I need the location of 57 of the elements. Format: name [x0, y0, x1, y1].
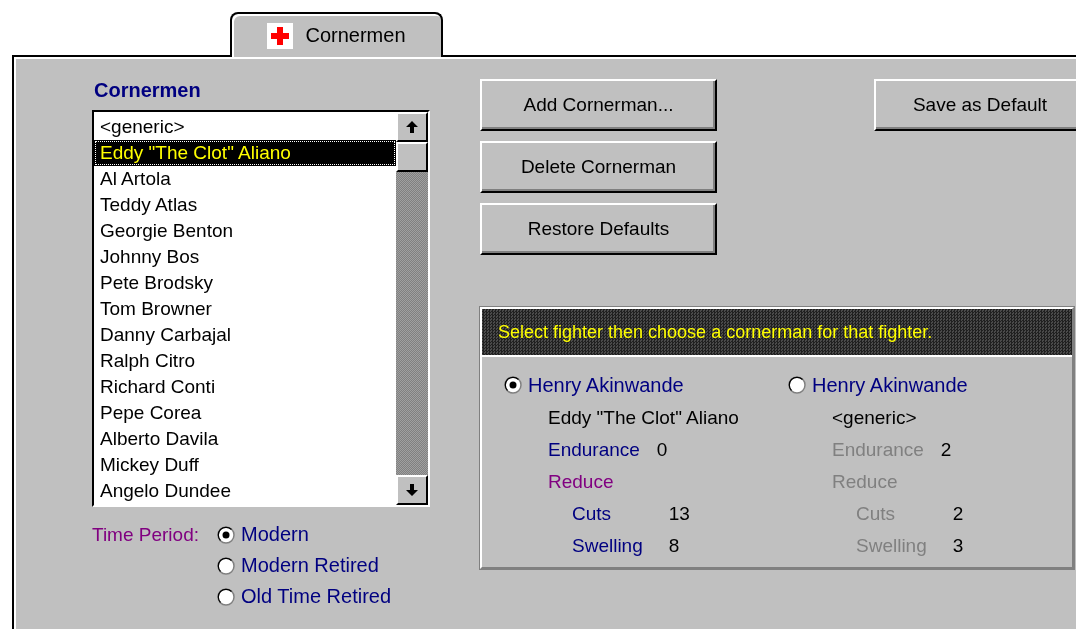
radio-label[interactable]: Modern Retired	[241, 554, 379, 577]
action-button[interactable]: Add Cornerman...	[480, 79, 717, 131]
endurance-label: Endurance	[548, 438, 641, 462]
list-item[interactable]: Ralph Citro	[94, 348, 396, 374]
list-item[interactable]: Alberto Davila	[94, 426, 396, 452]
endurance-value: 0	[656, 438, 669, 462]
down-arrow-icon	[405, 483, 419, 497]
list-heading: Cornermen	[94, 79, 201, 102]
cornermen-list[interactable]: <generic> Eddy "The Clot" Aliano Al Artola Teddy Atlas Georgie Benton Johnny Bos Pete Brodsky Tom Browner Danny Carbajal Ralph Citro Richard Conti Pepe Corea Alberto Davila Mickey Duff Angelo Dundee	[92, 110, 430, 507]
radio-button[interactable]	[217, 525, 235, 544]
swelling-value: 3	[951, 534, 965, 558]
cross-icon	[267, 22, 294, 49]
endurance-label: Endurance	[832, 438, 925, 462]
endurance-value: 2	[940, 438, 953, 462]
radio-label[interactable]: Modern	[241, 523, 309, 546]
action-button[interactable]: Delete Cornerman	[480, 141, 717, 193]
scroll-down-button[interactable]	[396, 475, 428, 505]
list-item[interactable]: Al Artola	[94, 166, 396, 192]
list-item[interactable]: <generic>	[94, 114, 396, 140]
list-item[interactable]: Richard Conti	[94, 374, 396, 400]
list-item[interactable]: Pepe Corea	[94, 400, 396, 426]
cuts-value: 2	[951, 502, 965, 526]
cuts-value: 13	[667, 502, 691, 526]
list-item[interactable]: Teddy Atlas	[94, 192, 396, 218]
swelling-label: Swelling	[571, 534, 643, 558]
list-item[interactable]: Angelo Dundee	[94, 478, 396, 504]
cornerman-name: Eddy "The Clot" Aliano	[548, 406, 740, 430]
swelling-label: Swelling	[855, 534, 927, 558]
reduce-label: Reduce	[548, 470, 615, 494]
instruction-text: Select fighter then choose a cornerman for that fighter.	[498, 321, 933, 343]
save-default-button[interactable]: Save as Default	[874, 79, 1076, 131]
list-item[interactable]: Johnny Bos	[94, 244, 396, 270]
radio-button[interactable]	[788, 376, 806, 394]
list-item[interactable]: Georgie Benton	[94, 218, 396, 244]
cornerman-name: <generic>	[832, 406, 918, 430]
radio-button[interactable]	[217, 587, 235, 606]
list-item[interactable]: Pete Brodsky	[94, 270, 396, 296]
up-arrow-icon	[405, 120, 419, 134]
reduce-label: Reduce	[832, 470, 899, 494]
fighter-name[interactable]: Henry Akinwande	[812, 373, 968, 397]
radio-button[interactable]	[217, 556, 235, 575]
scroll-thumb[interactable]	[396, 142, 428, 172]
action-button[interactable]: Restore Defaults	[480, 203, 717, 255]
scroll-up-button[interactable]	[396, 112, 428, 142]
radio-button[interactable]	[504, 376, 522, 394]
time-period-label: Time Period:	[92, 524, 199, 546]
list-item[interactable]: Eddy "The Clot" Aliano	[94, 140, 396, 166]
list-item[interactable]: Danny Carbajal	[94, 322, 396, 348]
cuts-label: Cuts	[855, 502, 897, 526]
scrollbar[interactable]	[396, 112, 428, 505]
list-item[interactable]: Tom Browner	[94, 296, 396, 322]
radio-label[interactable]: Old Time Retired	[241, 585, 392, 608]
fighter-name[interactable]: Henry Akinwande	[528, 373, 684, 397]
list-item[interactable]: Mickey Duff	[94, 452, 396, 478]
cornermen-tab[interactable]: Cornermen	[230, 12, 443, 57]
cuts-label: Cuts	[571, 502, 613, 526]
swelling-value: 8	[667, 534, 681, 558]
